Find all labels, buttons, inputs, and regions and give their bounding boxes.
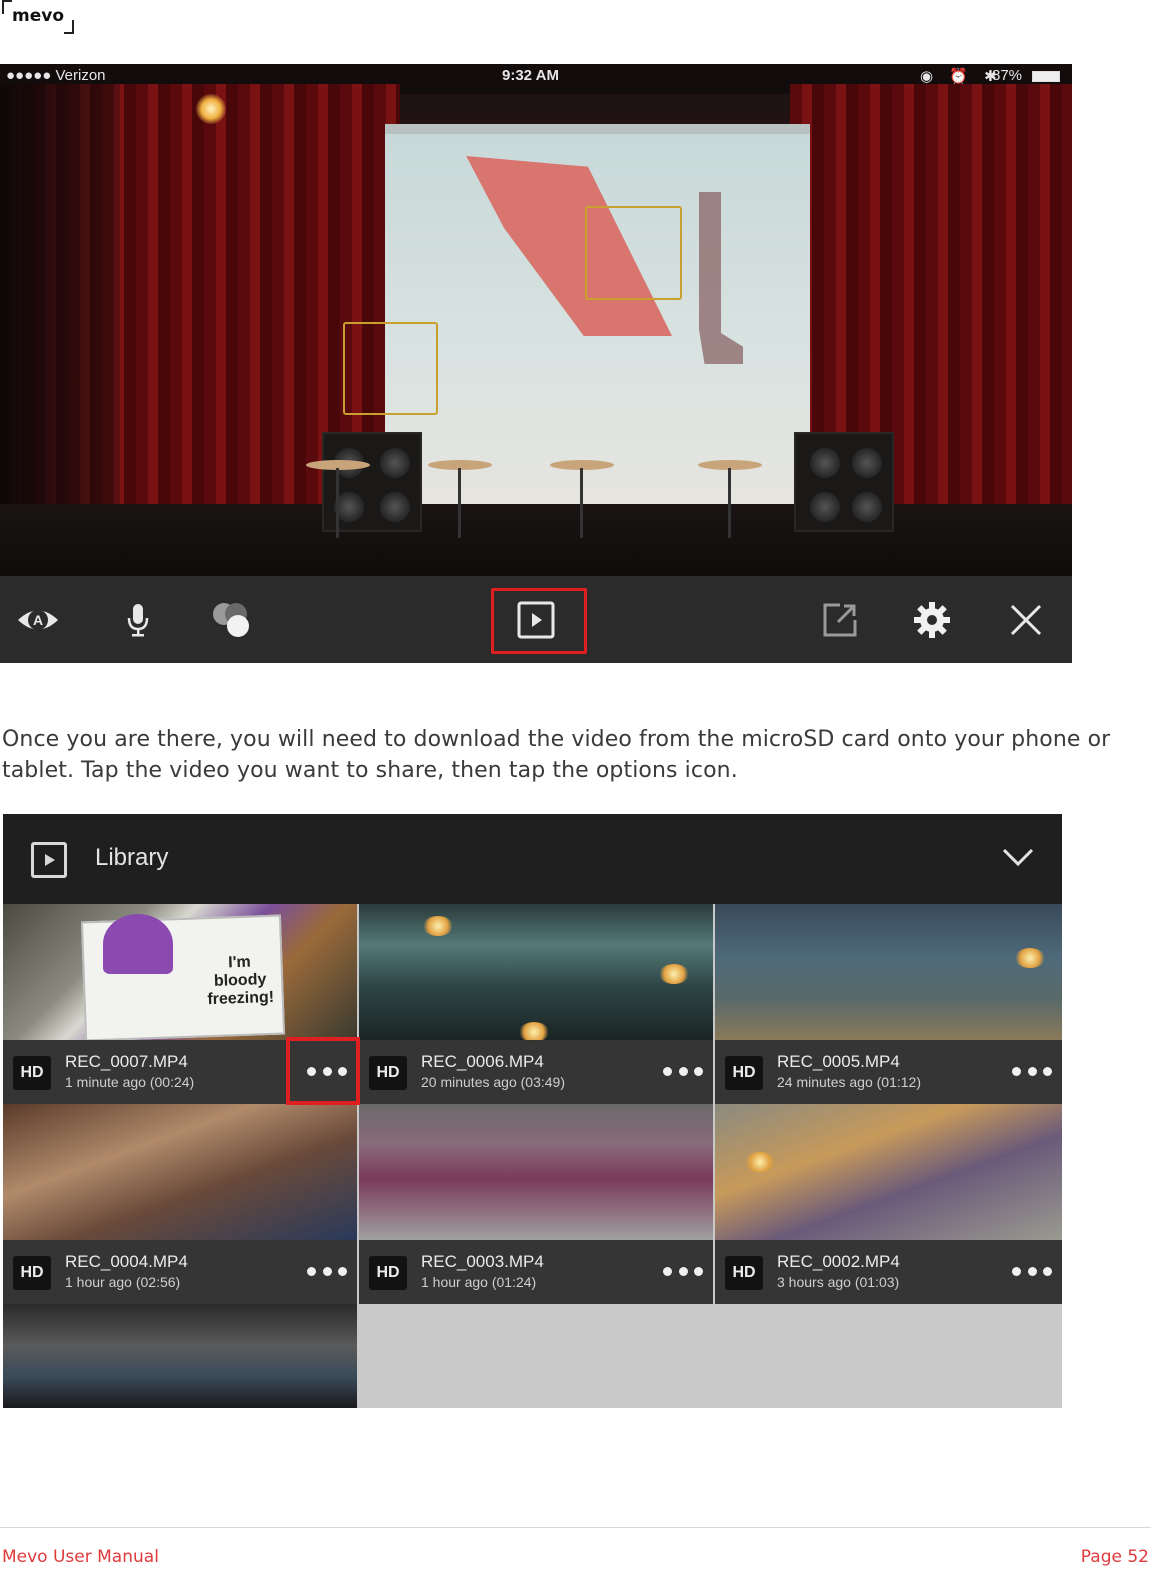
library-play-icon[interactable] xyxy=(31,842,67,878)
options-icon[interactable] xyxy=(663,1060,703,1082)
file-info: 1 hour ago (01:24) xyxy=(421,1274,537,1290)
video-meta-bar: HD REC_0002.MP4 3 hours ago (01:03) xyxy=(715,1240,1062,1304)
color-filters-icon[interactable] xyxy=(210,598,254,642)
hd-badge: HD xyxy=(13,1256,51,1290)
video-meta-bar: HD REC_0005.MP4 24 minutes ago (01:12) xyxy=(715,1040,1062,1104)
beanie-hat xyxy=(103,914,173,974)
video-tile[interactable]: HD REC_0005.MP4 24 minutes ago (01:12) xyxy=(715,904,1062,1104)
stool-leg xyxy=(728,468,731,538)
stool-leg xyxy=(336,468,339,538)
video-tile[interactable]: HD REC_0006.MP4 20 minutes ago (03:49) xyxy=(359,904,713,1104)
sign-text: I'm bloody freezing! xyxy=(207,953,275,1009)
file-name: REC_0004.MP4 xyxy=(65,1252,188,1271)
file-info: 1 minute ago (00:24) xyxy=(65,1074,195,1090)
library-header: Library xyxy=(3,814,1062,904)
stool-leg xyxy=(580,468,583,538)
stool-leg xyxy=(458,468,461,538)
footer-page-number: Page 52 xyxy=(1080,1547,1149,1567)
shadow-left xyxy=(0,84,120,554)
hd-badge: HD xyxy=(725,1056,763,1090)
hd-badge: HD xyxy=(13,1056,51,1090)
video-thumbnail xyxy=(359,1104,713,1240)
footer-manual-title: Mevo User Manual xyxy=(2,1547,159,1567)
video-tile[interactable]: HD REC_0003.MP4 1 hour ago (01:24) xyxy=(359,1104,713,1304)
file-name: REC_0007.MP4 xyxy=(65,1052,188,1071)
file-info: 24 minutes ago (01:12) xyxy=(777,1074,921,1090)
microphone-icon[interactable] xyxy=(116,598,160,642)
library-title: Library xyxy=(95,844,169,871)
chevron-down-icon[interactable] xyxy=(1001,842,1035,872)
options-icon[interactable] xyxy=(1012,1260,1052,1282)
stage-floor xyxy=(0,504,1072,576)
video-meta-bar: HD REC_0006.MP4 20 minutes ago (03:49) xyxy=(359,1040,713,1104)
close-icon[interactable] xyxy=(1004,598,1048,642)
carrier-label: ●●●●● Verizon xyxy=(6,67,106,84)
options-icon[interactable] xyxy=(1012,1060,1052,1082)
file-info: 3 hours ago (01:03) xyxy=(777,1274,900,1290)
video-thumbnail: I'm bloody freezing! xyxy=(3,904,357,1042)
ios-status-bar: ●●●●● Verizon 9:32 AM ◉ ⏰ ✱ 87% xyxy=(0,64,1072,88)
file-info: 1 hour ago (02:56) xyxy=(65,1274,181,1290)
options-icon-highlight xyxy=(286,1037,360,1105)
share-export-icon[interactable] xyxy=(818,598,862,642)
tracking-box-1[interactable] xyxy=(585,206,682,300)
video-thumbnail xyxy=(715,904,1062,1040)
status-time: 9:32 AM xyxy=(502,67,559,84)
status-indicator-icons: ◉ ⏰ ✱ xyxy=(920,68,1003,85)
video-thumbnail xyxy=(3,1104,357,1240)
video-tile[interactable] xyxy=(3,1304,357,1408)
logo-bracket-top-left xyxy=(2,0,12,14)
file-name: REC_0003.MP4 xyxy=(421,1252,544,1271)
video-thumbnail xyxy=(359,904,713,1042)
settings-gear-icon[interactable] xyxy=(910,598,954,642)
auto-mode-icon[interactable]: A xyxy=(16,598,60,642)
file-info: 20 minutes ago (03:49) xyxy=(421,1074,565,1090)
video-tile[interactable]: HD REC_0004.MP4 1 hour ago (02:56) xyxy=(3,1104,357,1304)
hd-badge: HD xyxy=(369,1056,407,1090)
speaker-right xyxy=(794,432,894,532)
mevo-logo: mevo xyxy=(2,0,74,34)
library-screenshot: Library I'm bloody freezing! HD REC_0007… xyxy=(3,814,1062,1408)
hd-badge: HD xyxy=(725,1256,763,1290)
file-name: REC_0005.MP4 xyxy=(777,1052,900,1071)
instruction-paragraph: Once you are there, you will need to dow… xyxy=(2,727,1111,783)
file-name: REC_0006.MP4 xyxy=(421,1052,544,1071)
video-meta-bar: HD REC_0004.MP4 1 hour ago (02:56) xyxy=(3,1240,357,1304)
video-meta-bar: HD REC_0003.MP4 1 hour ago (01:24) xyxy=(359,1240,713,1304)
file-name: REC_0002.MP4 xyxy=(777,1252,900,1271)
options-icon[interactable] xyxy=(663,1260,703,1282)
video-thumbnail xyxy=(3,1304,357,1408)
video-thumbnail xyxy=(715,1104,1062,1240)
library-button-highlight xyxy=(491,588,587,654)
video-tile[interactable]: HD REC_0002.MP4 3 hours ago (01:03) xyxy=(715,1104,1062,1304)
ceiling-lamp xyxy=(196,94,226,124)
tracking-box-2[interactable] xyxy=(343,322,438,415)
battery-percent: 87% xyxy=(992,67,1023,84)
battery-icon xyxy=(1032,71,1060,82)
logo-bracket-bottom-right xyxy=(64,20,74,34)
live-camera-feed[interactable]: ●●●●● Verizon 9:32 AM ◉ ⏰ ✱ 87% xyxy=(0,64,1072,576)
footer-divider xyxy=(0,1527,1151,1528)
options-icon[interactable] xyxy=(307,1260,347,1282)
logo-wordmark: mevo xyxy=(12,6,65,26)
hd-badge: HD xyxy=(369,1256,407,1290)
svg-text:A: A xyxy=(33,612,43,628)
camera-view-screenshot: ●●●●● Verizon 9:32 AM ◉ ⏰ ✱ 87% A xyxy=(0,64,1072,663)
